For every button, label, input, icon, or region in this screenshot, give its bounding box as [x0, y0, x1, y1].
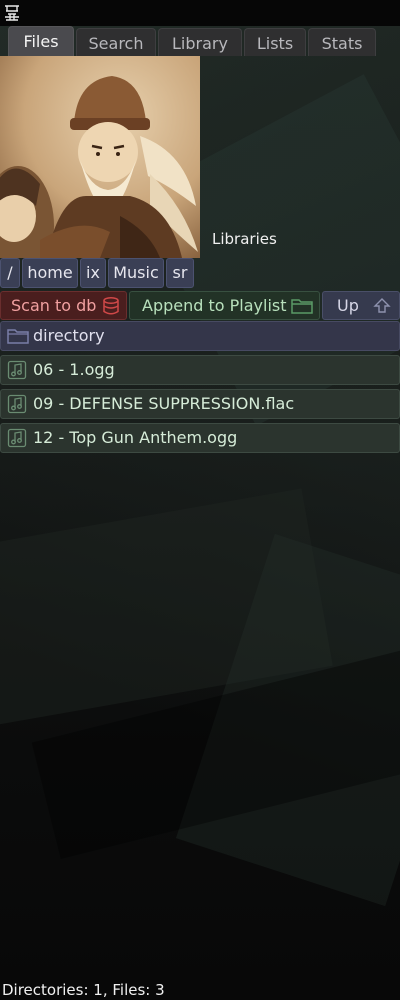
album-art-image [0, 56, 200, 258]
tab-search[interactable]: Search [76, 28, 156, 56]
tab-lists[interactable]: Lists [244, 28, 306, 56]
background-facet [175, 533, 400, 907]
append-to-playlist-label: Append to Playlist [142, 296, 287, 315]
app-logo-icon[interactable] [2, 2, 22, 22]
breadcrumb-item-home[interactable]: home [22, 258, 78, 288]
app-window: Files Search Library Lists Stats Librari… [0, 0, 400, 1000]
libraries-label[interactable]: Libraries [212, 230, 277, 248]
title-bar [0, 0, 400, 26]
breadcrumb-item-sr[interactable]: sr [166, 258, 194, 288]
file-row[interactable]: 06 - 1.ogg [0, 355, 400, 385]
music-note-icon [7, 428, 27, 448]
file-row[interactable]: 12 - Top Gun Anthem.ogg [0, 423, 400, 453]
up-label: Up [337, 296, 359, 315]
file-name: 12 - Top Gun Anthem.ogg [33, 428, 238, 447]
background-facet [0, 488, 333, 732]
music-note-icon [7, 394, 27, 414]
folder-icon [291, 299, 313, 314]
breadcrumb-item-ix[interactable]: ix [80, 258, 106, 288]
breadcrumb-item-music[interactable]: Music [108, 258, 164, 288]
file-name: 09 - DEFENSE SUPPRESSION.flac [33, 394, 295, 413]
folder-icon [7, 329, 29, 344]
database-icon [103, 296, 119, 315]
tab-bar: Files Search Library Lists Stats [0, 26, 400, 56]
up-button[interactable]: Up [322, 291, 400, 320]
tab-files[interactable]: Files [8, 26, 74, 56]
file-name: 06 - 1.ogg [33, 360, 115, 379]
scan-to-db-button[interactable]: Scan to db [0, 291, 127, 320]
directory-name: directory [33, 326, 105, 345]
tab-stats[interactable]: Stats [308, 28, 376, 56]
breadcrumb-root[interactable]: / [0, 258, 20, 288]
file-row[interactable]: 09 - DEFENSE SUPPRESSION.flac [0, 389, 400, 419]
music-note-icon [7, 360, 27, 380]
append-to-playlist-button[interactable]: Append to Playlist [129, 291, 320, 320]
arrow-up-icon [373, 298, 391, 313]
tab-library[interactable]: Library [158, 28, 242, 56]
directory-row[interactable]: directory [0, 321, 400, 351]
status-bar: Directories: 1, Files: 3 [2, 981, 165, 999]
breadcrumb: / home ix Music sr [0, 258, 400, 288]
scan-to-db-label: Scan to db [11, 296, 97, 315]
background-facet [31, 640, 400, 860]
